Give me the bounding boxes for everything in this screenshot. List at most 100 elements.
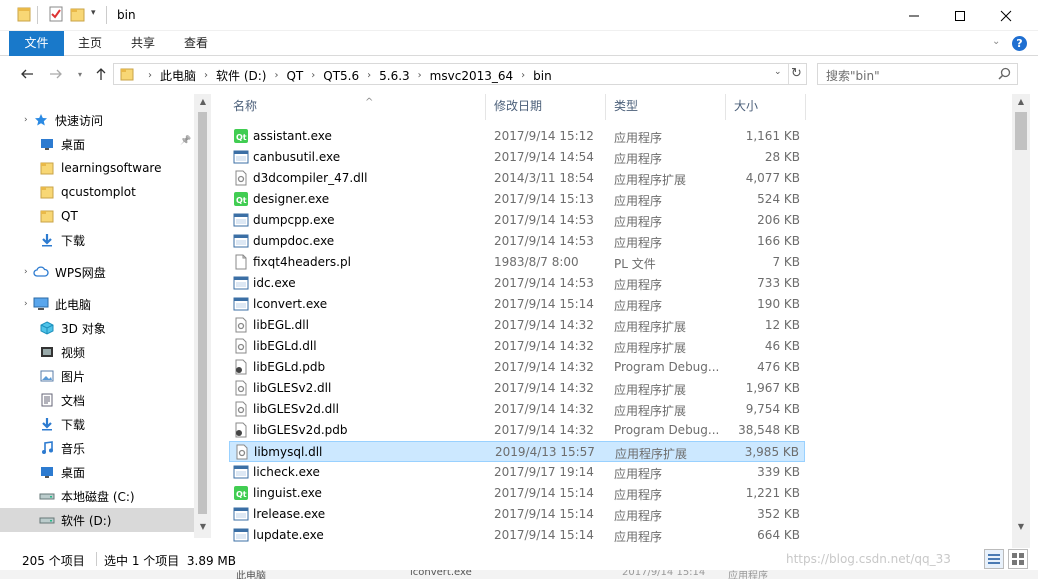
collapse-ribbon-icon[interactable]: ⌄ [992,36,1000,47]
scrollbar-thumb[interactable] [1015,112,1027,150]
details-view-button[interactable] [984,549,1004,569]
search-icon[interactable] [998,67,1011,83]
navigation-pane: 快速访问 › 桌面 📌 learningsoftware qcustomplot QT 下载 W… [0,94,212,538]
forward-button[interactable] [46,64,66,84]
breadcrumb-item[interactable]: QT5.6 [323,69,359,83]
file-row[interactable]: libGLESv2d.pdb 2017/9/14 14:32 Program Deb… [229,420,805,441]
back-button[interactable] [17,64,37,84]
file-row[interactable]: Qt assistant.exe 2017/9/14 15:12 应用程序 1,161 … [229,126,805,147]
tab-view[interactable]: 查看 [174,31,218,56]
nav-item[interactable]: 3D 对象 [38,316,106,340]
new-folder-icon[interactable] [70,6,86,25]
column-header-name[interactable]: 名称 ^ [225,94,486,120]
file-row[interactable]: idc.exe 2017/9/14 14:53 应用程序 733 KB [229,273,805,294]
chevron-right-icon[interactable]: › [148,70,152,81]
file-size: 339 KB [757,465,800,479]
nav-item[interactable]: 软件 (D:) [0,508,194,532]
file-row[interactable]: Qt linguist.exe 2017/9/14 15:14 应用程序 1,221 K… [229,483,805,504]
file-row[interactable]: libmysql.dll 2019/4/13 15:57 应用程序扩展 3,985 K… [229,441,805,462]
background-window-strip: 此电脑 lconvert.exe 2017/9/14 15:14 应用程序 [0,570,1038,579]
chevron-right-icon[interactable]: › [311,70,315,81]
file-size: 46 KB [764,339,800,353]
file-type: PL 文件 [614,257,656,271]
breadcrumb-item[interactable]: 5.6.3 [379,69,410,83]
address-bar[interactable]: › 此电脑 › 软件 (D:) › QT › QT5.6 › 5.6.3 › msvc2013_64 ›… [113,63,807,85]
file-row[interactable]: dumpdoc.exe 2017/9/14 14:53 应用程序 166 KB [229,231,805,252]
column-header-type[interactable]: 类型 [606,94,726,120]
breadcrumb-item[interactable]: 软件 (D:) [216,67,266,84]
maximize-button[interactable] [937,0,983,31]
pin-icon[interactable]: 📌 [180,136,191,146]
scrollbar-thumb[interactable] [198,112,207,514]
file-row[interactable]: Qt designer.exe 2017/9/14 15:13 应用程序 524 KB [229,189,805,210]
customize-toolbar-icon[interactable]: ▾ [91,8,96,18]
nav-item[interactable]: 快速访问 [32,108,103,132]
file-date: 2017/9/14 14:54 [494,150,594,164]
file-row[interactable]: libGLESv2d.dll 2017/9/14 14:32 应用程序扩展 9,754… [229,399,805,420]
nav-item[interactable]: 文档 [38,388,85,412]
nav-item[interactable]: learningsoftware [38,156,162,180]
recent-locations-button[interactable]: ▾ [70,64,90,84]
large-icons-view-button[interactable] [1008,549,1028,569]
file-row[interactable]: lupdate.exe 2017/9/14 15:14 应用程序 664 KB [229,525,805,546]
file-row[interactable]: fixqt4headers.pl 1983/8/7 8:00 PL 文件 7 KB [229,252,805,273]
file-list-scrollbar[interactable]: ▲ ▼ [1012,94,1030,538]
maximize-icon [955,10,965,21]
minimize-button[interactable] [891,0,937,31]
column-header-size[interactable]: 大小 [726,94,806,120]
nav-item[interactable]: 桌面 [38,460,85,484]
nav-item[interactable]: 视频 [38,340,85,364]
tab-file[interactable]: 文件 [9,31,64,56]
nav-item[interactable]: 此电脑 [32,292,91,316]
properties-icon[interactable] [48,6,64,25]
nav-item[interactable]: 本地磁盘 (C:) [38,484,135,508]
file-row[interactable]: licheck.exe 2017/9/17 19:14 应用程序 339 KB [229,462,805,483]
tab-share[interactable]: 共享 [122,31,164,56]
breadcrumb-item[interactable]: bin [533,69,552,83]
nav-item[interactable]: WPS网盘 [32,260,106,284]
nav-item[interactable]: 图片 [38,364,85,388]
file-row[interactable]: canbusutil.exe 2017/9/14 14:54 应用程序 28 KB [229,147,805,168]
search-box[interactable]: 搜索"bin" [817,63,1018,85]
column-header-date[interactable]: 修改日期 [486,94,606,120]
help-icon[interactable]: ? [1012,36,1027,51]
breadcrumb-item[interactable]: 此电脑 [160,67,196,84]
breadcrumb-item[interactable]: msvc2013_64 [430,69,513,83]
breadcrumb: › 此电脑 › 软件 (D:) › QT › QT5.6 › 5.6.3 › msvc2013_64 ›… [140,67,552,84]
file-size: 12 KB [764,318,800,332]
tab-home[interactable]: 主页 [69,31,111,56]
up-button[interactable] [91,64,111,84]
expand-chevron-icon[interactable]: › [24,267,28,277]
nav-item[interactable]: 音乐 [38,436,85,460]
nav-item[interactable]: 桌面 📌 [38,132,191,156]
chevron-right-icon[interactable]: › [418,70,422,81]
file-row[interactable]: lconvert.exe 2017/9/14 15:14 应用程序 190 KB [229,294,805,315]
file-date: 2019/4/13 15:57 [495,445,595,459]
expand-chevron-icon[interactable]: › [24,299,28,309]
file-name: canbusutil.exe [253,150,341,164]
ribbon-tabs: 文件 主页 共享 查看 ⌄ ? [0,31,1038,56]
file-row[interactable]: libEGLd.pdb 2017/9/14 14:32 Program Debug.… [229,357,805,378]
breadcrumb-item[interactable]: QT [286,69,303,83]
chevron-right-icon[interactable]: › [367,70,371,81]
nav-item[interactable]: QT [38,204,78,228]
address-dropdown-icon[interactable]: ⌄ [774,67,782,77]
chevron-right-icon[interactable]: › [274,70,278,81]
nav-item[interactable]: 下载 [38,228,85,252]
nav-item[interactable]: qcustomplot [38,180,136,204]
close-button[interactable] [983,0,1029,31]
file-row[interactable]: libEGLd.dll 2017/9/14 14:32 应用程序扩展 46 KB [229,336,805,357]
chevron-right-icon[interactable]: › [204,70,208,81]
file-row[interactable]: d3dcompiler_47.dll 2014/3/11 18:54 应用程序扩展 4… [229,168,805,189]
nav-item-label: qcustomplot [61,185,136,199]
file-row[interactable]: libGLESv2.dll 2017/9/14 14:32 应用程序扩展 1,967 … [229,378,805,399]
file-row[interactable]: lrelease.exe 2017/9/14 15:14 应用程序 352 KB [229,504,805,525]
expand-chevron-icon[interactable]: › [24,115,28,125]
file-row[interactable]: libEGL.dll 2017/9/14 14:32 应用程序扩展 12 KB [229,315,805,336]
file-row[interactable]: dumpcpp.exe 2017/9/14 14:53 应用程序 206 KB [229,210,805,231]
nav-scrollbar[interactable]: ▲ ▼ [194,94,211,538]
file-size: 1,967 KB [745,381,800,395]
refresh-icon[interactable]: ↻ [791,66,802,81]
nav-item[interactable]: 下载 [38,412,85,436]
chevron-right-icon[interactable]: › [521,70,525,81]
